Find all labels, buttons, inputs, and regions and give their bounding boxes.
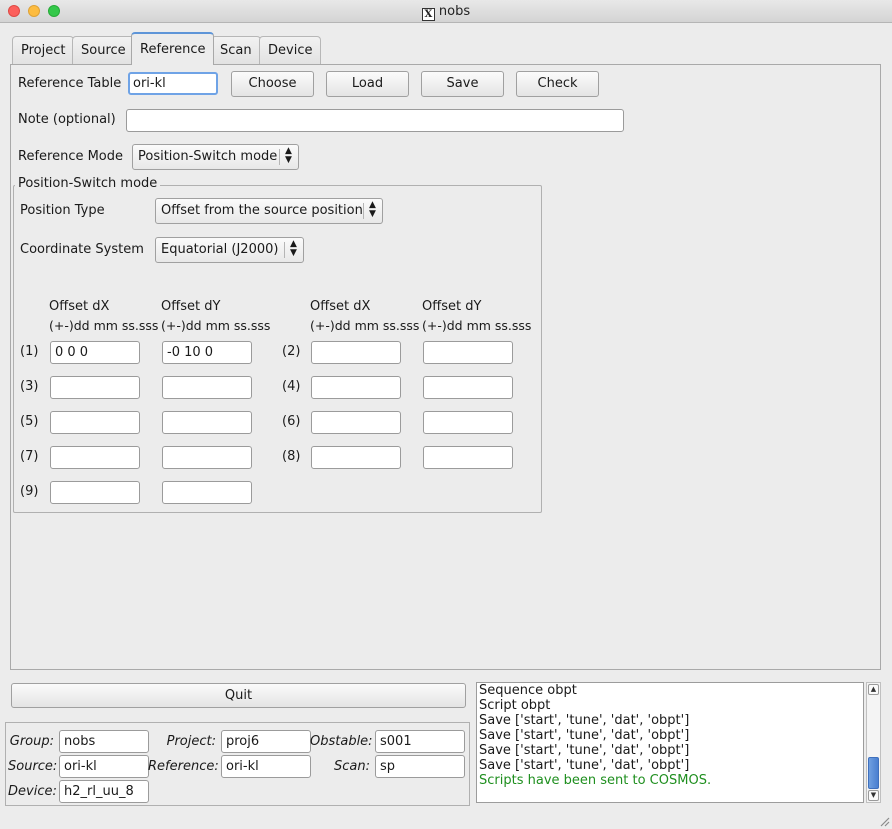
offset-dy-input[interactable] <box>423 446 513 469</box>
log-line-success: Scripts have been sent to COSMOS. <box>479 773 712 788</box>
reference-mode-label: Reference Mode <box>18 149 124 164</box>
reference-mode-value: Position-Switch mode <box>138 149 278 164</box>
reference-field[interactable]: ori-kl <box>221 755 311 778</box>
choose-button[interactable]: Choose <box>231 71 314 97</box>
log-line: Script obpt <box>479 698 551 713</box>
reference-mode-select[interactable]: Position-Switch mode ▲ ▼ <box>132 144 299 170</box>
resize-grip-icon[interactable] <box>878 815 890 827</box>
offset-dx-input[interactable] <box>311 411 401 434</box>
offset-dy-header: Offset dY <box>422 299 482 314</box>
device-label: Device: <box>8 784 57 799</box>
log-scrollbar[interactable]: ▲ ▼ <box>866 682 881 803</box>
coordinate-system-value: Equatorial (J2000) <box>161 242 279 257</box>
obstable-label: Obstable: <box>310 734 373 749</box>
log-line: Save ['start', 'tune', 'dat', 'obpt'] <box>479 728 690 743</box>
coordinate-system-label: Coordinate System <box>20 242 144 257</box>
reference-table-label: Reference Table <box>18 76 122 91</box>
reference-label: Reference: <box>148 759 219 774</box>
log-line: Save ['start', 'tune', 'dat', 'obpt'] <box>479 743 690 758</box>
offset-row-label: (7) <box>20 449 39 464</box>
chevron-up-down-icon: ▲ ▼ <box>369 200 376 219</box>
offset-dy-input[interactable] <box>162 376 252 399</box>
position-type-label: Position Type <box>20 203 105 218</box>
obstable-field[interactable]: s001 <box>375 730 465 753</box>
offset-dy-input[interactable] <box>162 446 252 469</box>
position-switch-group-title: Position-Switch mode <box>15 176 161 191</box>
source-label: Source: <box>8 759 58 774</box>
offset-dy-input[interactable] <box>162 411 252 434</box>
position-type-value: Offset from the source position <box>161 203 363 218</box>
offset-dy-input[interactable] <box>423 411 513 434</box>
coordinate-system-select[interactable]: Equatorial (J2000) ▲ ▼ <box>155 237 304 263</box>
offset-dy-input[interactable] <box>423 376 513 399</box>
offset-dy-format: (+-)dd mm ss.sss <box>161 318 271 333</box>
quit-button[interactable]: Quit <box>11 683 466 708</box>
tab-source[interactable]: Source <box>72 36 135 64</box>
offset-dx-input[interactable] <box>50 446 140 469</box>
note-input[interactable] <box>126 109 624 132</box>
note-label: Note (optional) <box>18 112 116 127</box>
reference-table-input[interactable]: ori-kl <box>128 72 218 95</box>
offset-dx-input[interactable] <box>311 341 401 364</box>
check-button[interactable]: Check <box>516 71 599 97</box>
offset-dy-input[interactable]: -0 10 0 <box>162 341 252 364</box>
offset-dx-format: (+-)dd mm ss.sss <box>49 318 159 333</box>
log-line: Save ['start', 'tune', 'dat', 'obpt'] <box>479 758 690 773</box>
offset-dx-input[interactable] <box>311 446 401 469</box>
offset-row-label: (3) <box>20 379 39 394</box>
log-line: Sequence obpt <box>479 683 577 698</box>
offset-dx-format: (+-)dd mm ss.sss <box>310 318 420 333</box>
scroll-thumb[interactable] <box>868 757 879 789</box>
project-label: Project: <box>166 734 216 749</box>
group-field[interactable]: nobs <box>59 730 149 753</box>
scan-label: Scan: <box>334 759 370 774</box>
offset-dx-input[interactable]: 0 0 0 <box>50 341 140 364</box>
offset-dy-header: Offset dY <box>161 299 221 314</box>
x11-app-icon: X <box>421 8 435 21</box>
group-label: Group: <box>9 734 54 749</box>
scroll-down-button[interactable]: ▼ <box>868 790 879 801</box>
chevron-up-down-icon: ▲ ▼ <box>285 146 292 165</box>
offset-dy-input[interactable] <box>423 341 513 364</box>
source-field[interactable]: ori-kl <box>59 755 149 778</box>
save-button[interactable]: Save <box>421 71 504 97</box>
position-type-select[interactable]: Offset from the source position ▲ ▼ <box>155 198 383 224</box>
offset-dx-header: Offset dX <box>310 299 371 314</box>
offset-dx-input[interactable] <box>50 481 140 504</box>
offset-row-label: (6) <box>282 414 301 429</box>
project-field[interactable]: proj6 <box>221 730 311 753</box>
offset-dx-input[interactable] <box>311 376 401 399</box>
log-line: Save ['start', 'tune', 'dat', 'obpt'] <box>479 713 690 728</box>
chevron-up-down-icon: ▲ ▼ <box>290 239 297 258</box>
offset-row-label: (8) <box>282 449 301 464</box>
offset-row-label: (2) <box>282 344 301 359</box>
offset-dx-input[interactable] <box>50 411 140 434</box>
scroll-up-button[interactable]: ▲ <box>868 684 879 695</box>
offset-dx-input[interactable] <box>50 376 140 399</box>
window-title: nobs <box>438 4 471 19</box>
offset-row-label: (5) <box>20 414 39 429</box>
device-field[interactable]: h2_rl_uu_8 <box>59 780 149 803</box>
tab-project[interactable]: Project <box>12 36 75 64</box>
tab-device[interactable]: Device <box>259 36 322 64</box>
load-button[interactable]: Load <box>326 71 409 97</box>
title-bar: Xnobs <box>0 0 892 23</box>
offset-dy-format: (+-)dd mm ss.sss <box>422 318 532 333</box>
tab-reference[interactable]: Reference <box>131 32 215 65</box>
tab-scan[interactable]: Scan <box>211 36 261 64</box>
log-output[interactable]: Sequence obpt Script obpt Save ['start',… <box>476 682 864 803</box>
offset-dx-header: Offset dX <box>49 299 110 314</box>
offset-row-label: (9) <box>20 484 39 499</box>
offset-dy-input[interactable] <box>162 481 252 504</box>
offset-row-label: (1) <box>20 344 39 359</box>
offset-row-label: (4) <box>282 379 301 394</box>
scan-field[interactable]: sp <box>375 755 465 778</box>
